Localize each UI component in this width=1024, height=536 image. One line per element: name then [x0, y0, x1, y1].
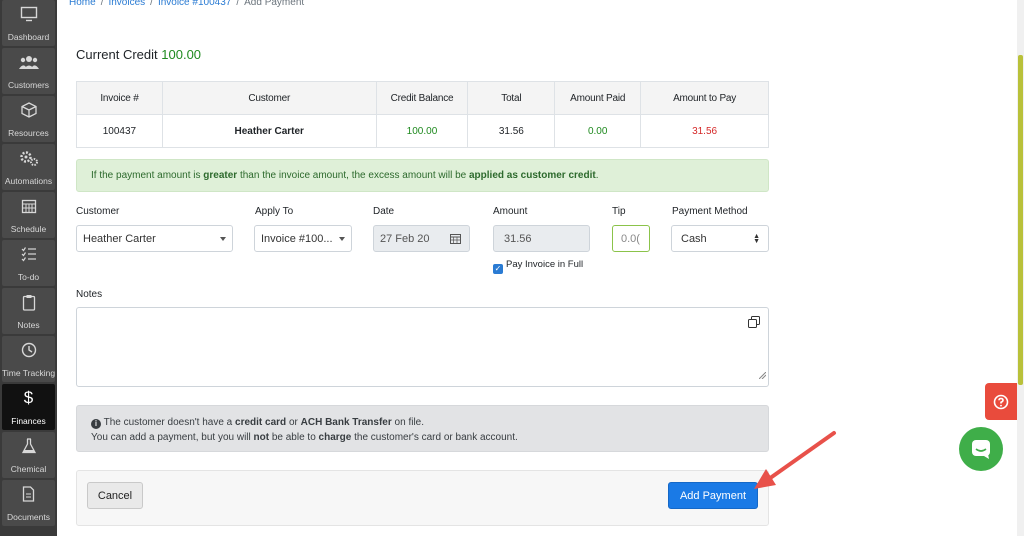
- sidebar-item-documents[interactable]: Documents: [2, 480, 55, 526]
- cell-invoice-number: 100437: [76, 114, 163, 148]
- notes-label: Notes: [76, 289, 103, 300]
- cell-credit-balance: 100.00: [375, 114, 469, 148]
- copy-icon[interactable]: [748, 315, 760, 333]
- sidebar-item-label: To-do: [17, 272, 40, 282]
- sidebar: Dashboard Customers Resources Automation…: [0, 0, 57, 536]
- sidebar-item-resources[interactable]: Resources: [2, 96, 55, 142]
- sidebar-item-label: Schedule: [10, 224, 47, 234]
- pay-full-checkbox[interactable]: ✓: [493, 264, 503, 274]
- sidebar-item-label: Chemical: [10, 464, 47, 474]
- sidebar-item-todo[interactable]: To-do: [2, 240, 55, 286]
- document-icon: [2, 484, 55, 504]
- breadcrumb-home[interactable]: Home: [69, 0, 96, 8]
- dollar-icon: $: [23, 388, 34, 407]
- cube-icon: [2, 100, 55, 120]
- checklist-icon: [2, 244, 55, 264]
- sidebar-item-notes[interactable]: Notes: [2, 288, 55, 334]
- info-icon: i: [91, 419, 101, 429]
- chat-button[interactable]: [959, 427, 1003, 471]
- customer-label: Customer: [76, 206, 120, 217]
- column-header: Amount Paid: [554, 81, 642, 115]
- column-header: Invoice #: [76, 81, 163, 115]
- credit-info-alert: If the payment amount is greater than th…: [76, 159, 769, 192]
- cogs-icon: [2, 148, 55, 168]
- select-arrows-icon: ▲ ▼: [753, 233, 760, 245]
- sidebar-item-dashboard[interactable]: Dashboard: [2, 0, 55, 46]
- sidebar-item-finances[interactable]: $ Finances: [2, 384, 55, 430]
- cell-amount-to-pay: 31.56: [640, 114, 769, 148]
- cell-amount-paid: 0.00: [554, 114, 642, 148]
- column-header: Credit Balance: [375, 81, 469, 115]
- column-header: Customer: [161, 81, 377, 115]
- breadcrumb-current: Add Payment: [244, 0, 305, 8]
- date-label: Date: [373, 206, 395, 217]
- flask-icon: [2, 436, 55, 456]
- customer-select[interactable]: Heather Carter: [76, 225, 233, 252]
- sidebar-item-label: Finances: [11, 416, 46, 426]
- form-footer: [76, 470, 769, 526]
- clipboard-icon: [2, 292, 55, 312]
- table-header-row: Invoice # Customer Credit Balance Total …: [76, 81, 769, 115]
- payment-method-label: Payment Method: [672, 206, 748, 217]
- sidebar-item-label: Notes: [17, 320, 40, 330]
- amount-input[interactable]: 31.56: [493, 225, 590, 252]
- column-header: Total: [467, 81, 556, 115]
- calendar-icon: [2, 196, 55, 216]
- sidebar-item-label: Time Tracking: [2, 368, 56, 378]
- users-icon: [2, 52, 55, 72]
- scrollbar-thumb[interactable]: [1018, 55, 1023, 385]
- cell-customer: Heather Carter: [161, 114, 377, 148]
- question-icon: [993, 394, 1009, 409]
- amount-label: Amount: [493, 206, 528, 217]
- calendar-icon[interactable]: [450, 233, 461, 247]
- sidebar-item-chemical[interactable]: Chemical: [2, 432, 55, 478]
- tip-input[interactable]: 0.0(: [612, 225, 650, 252]
- annotation-arrow: [754, 431, 836, 489]
- column-header: Amount to Pay: [640, 81, 769, 115]
- table-row: 100437 Heather Carter 100.00 31.56 0.00 …: [76, 114, 769, 148]
- sidebar-item-label: Customers: [7, 80, 50, 90]
- sidebar-item-schedule[interactable]: Schedule: [2, 192, 55, 238]
- help-button[interactable]: [985, 383, 1017, 420]
- payment-method-select[interactable]: Cash ▲ ▼: [671, 225, 769, 252]
- cancel-button[interactable]: Cancel: [87, 482, 143, 509]
- sidebar-item-label: Automations: [4, 176, 53, 186]
- sidebar-item-label: Documents: [7, 512, 50, 522]
- monitor-icon: [2, 4, 55, 24]
- invoice-table: Invoice # Customer Credit Balance Total …: [76, 81, 769, 148]
- sidebar-item-label: Dashboard: [7, 32, 50, 42]
- notes-textarea[interactable]: [76, 307, 769, 387]
- current-credit-value: 100.00: [161, 47, 202, 62]
- sidebar-item-label: Resources: [8, 128, 49, 138]
- date-input[interactable]: 27 Feb 20: [373, 225, 470, 252]
- breadcrumb: Home / Invoices / Invoice #100437/Add Paymen…: [69, 0, 304, 8]
- sidebar-item-automations[interactable]: Automations: [2, 144, 55, 190]
- cell-total: 31.56: [467, 114, 556, 148]
- apply-to-select[interactable]: Invoice #100...: [254, 225, 352, 252]
- tip-label: Tip: [612, 206, 626, 217]
- current-credit: Current Credit 100.00: [76, 47, 201, 62]
- sidebar-item-time-tracking[interactable]: Time Tracking: [2, 336, 55, 382]
- resize-handle-icon[interactable]: [758, 366, 767, 384]
- caret-down-icon: [339, 237, 345, 241]
- caret-down-icon: [220, 237, 226, 241]
- chat-icon: [972, 440, 990, 459]
- breadcrumb-invoices[interactable]: Invoices: [108, 0, 145, 8]
- sidebar-item-customers[interactable]: Customers: [2, 48, 55, 94]
- apply-to-label: Apply To: [255, 206, 294, 217]
- clock-icon: [2, 340, 55, 360]
- breadcrumb-invoice[interactable]: Invoice #100437: [158, 0, 231, 8]
- current-credit-label: Current Credit: [76, 47, 158, 62]
- no-payment-method-alert: i The customer doesn't have a credit car…: [76, 405, 769, 452]
- pay-full-label: Pay Invoice in Full: [506, 259, 584, 270]
